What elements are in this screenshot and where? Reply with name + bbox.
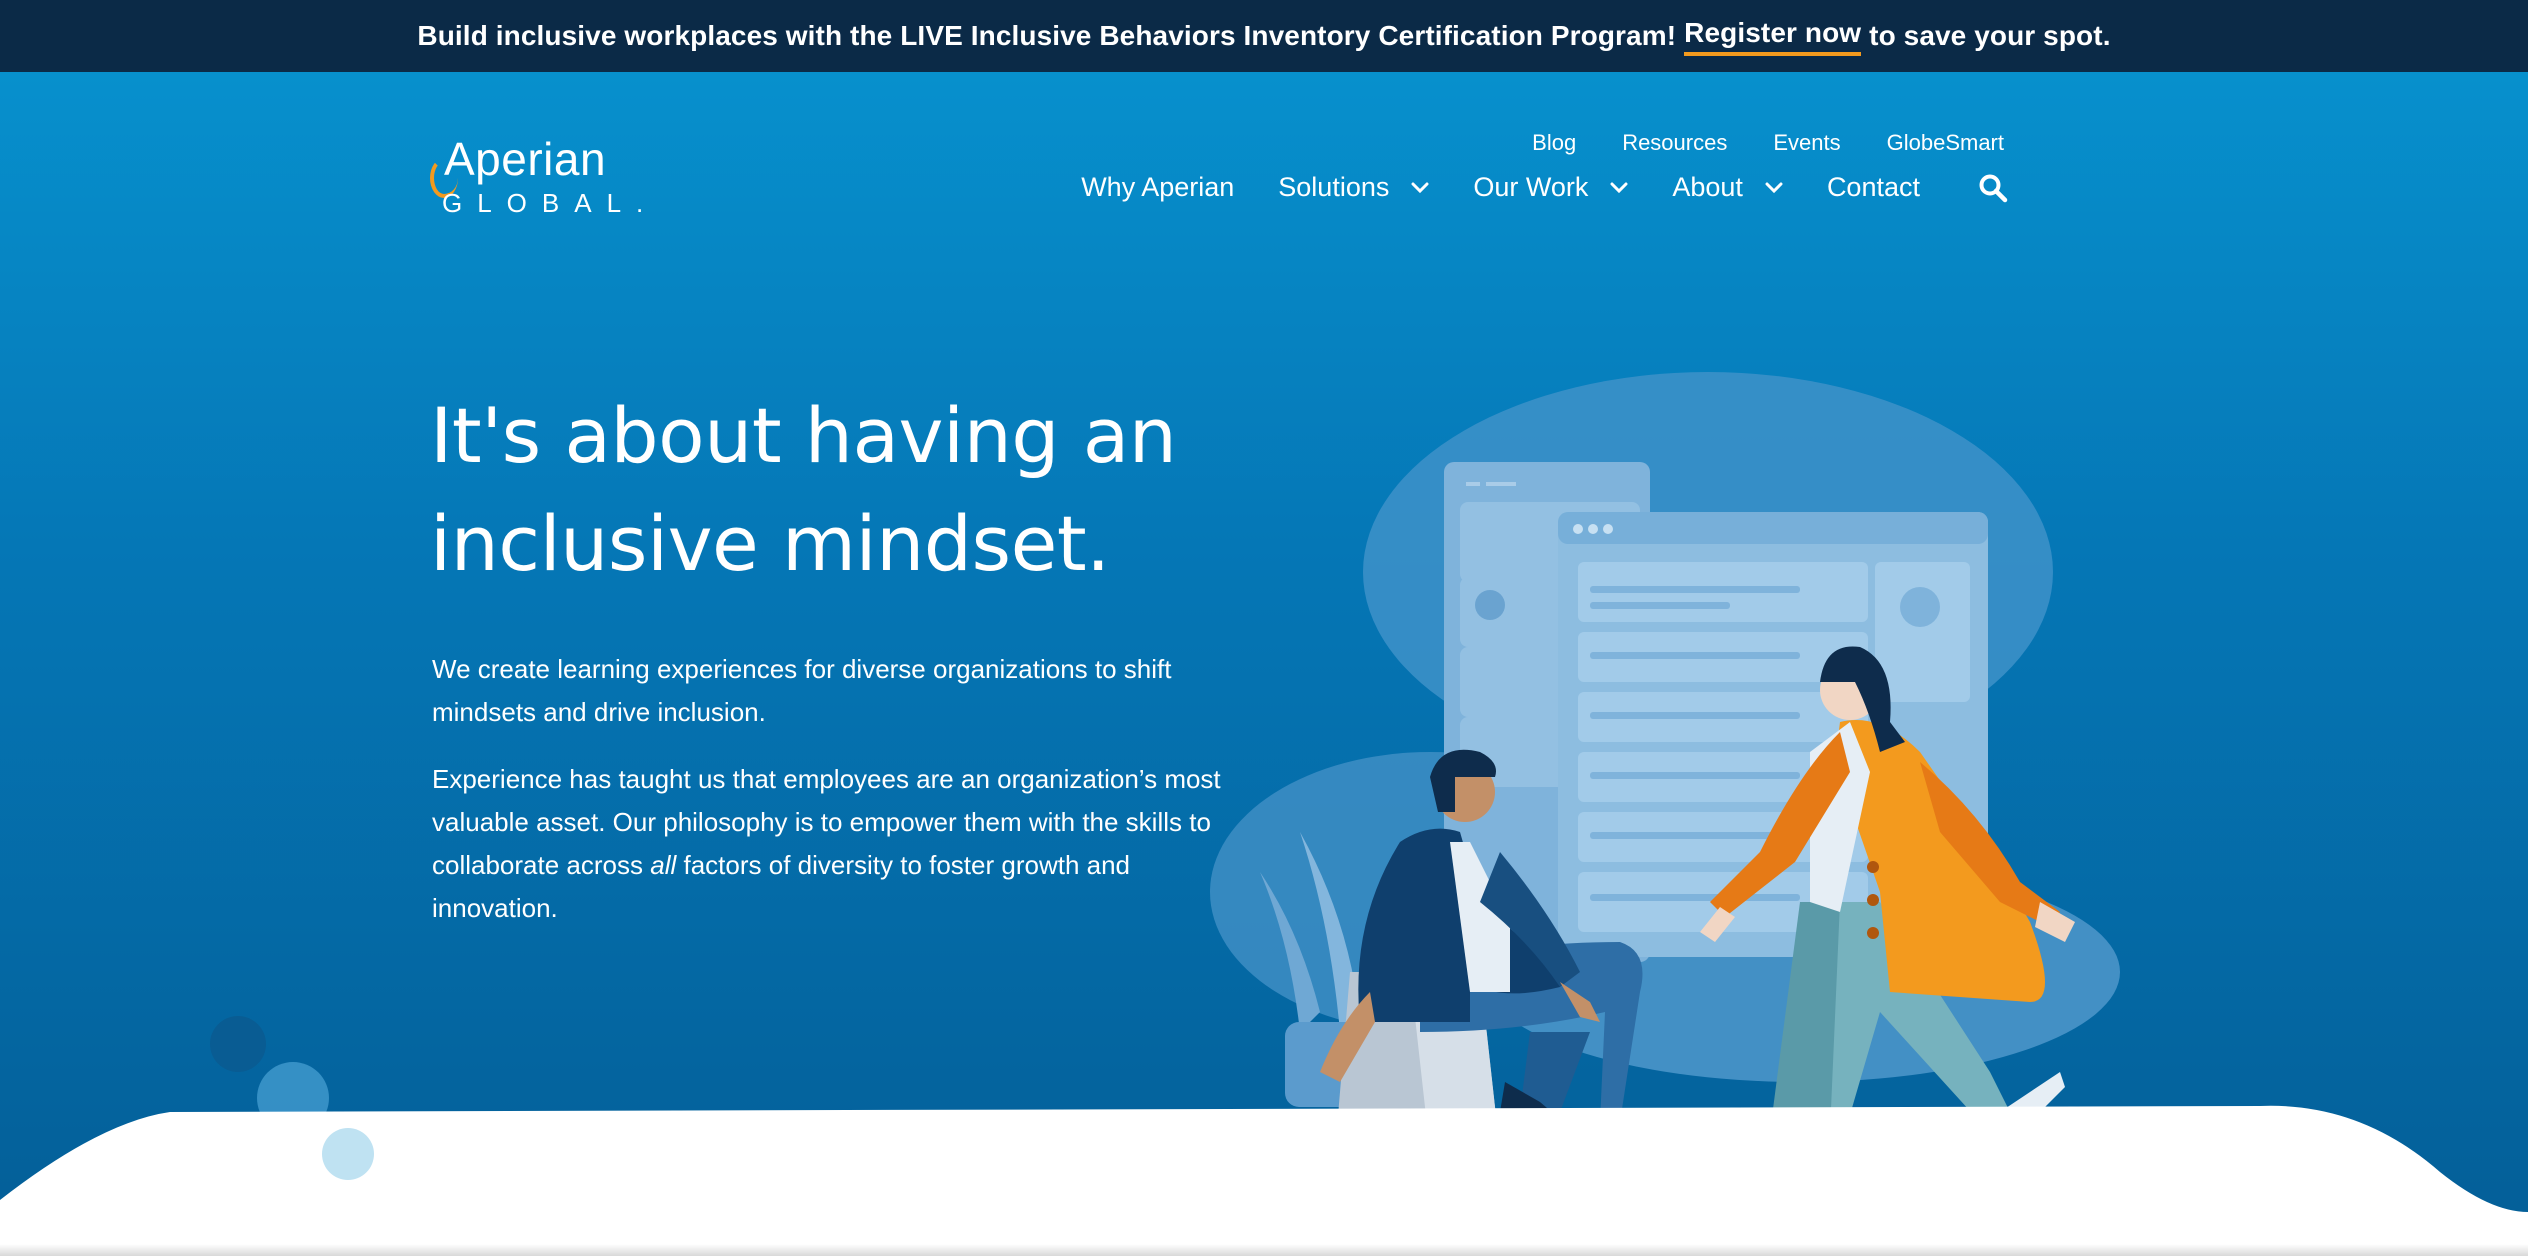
nav-why-aperian[interactable]: Why Aperian: [1081, 172, 1234, 203]
chevron-down-icon[interactable]: [1610, 179, 1628, 197]
hero-philosophy-paragraph: Experience has taught us that employees …: [432, 758, 1232, 930]
hero-headline-line1: It's about having an: [430, 391, 1177, 480]
main-nav: Why Aperian Solutions Our Work About Con…: [1081, 172, 2008, 203]
nav-resources-link[interactable]: Resources: [1622, 130, 1727, 156]
announcement-text: Build inclusive workplaces with the LIVE…: [417, 20, 1677, 51]
utility-nav: Blog Resources Events GlobeSmart: [1532, 130, 2004, 156]
logo-subtitle: GLOBAL.: [442, 188, 659, 218]
announcement-bar: Build inclusive workplaces with the LIVE…: [0, 0, 2528, 72]
page-divider: [0, 1244, 2528, 1256]
hero-illustration: [210, 372, 2120, 1164]
register-now-link[interactable]: Register now: [1684, 17, 1862, 56]
nav-solutions[interactable]: Solutions: [1278, 172, 1429, 203]
announcement-text-end: to save your spot.: [1869, 20, 2111, 51]
chevron-down-icon[interactable]: [1765, 179, 1783, 197]
chevron-down-icon[interactable]: [1411, 179, 1429, 197]
nav-blog-link[interactable]: Blog: [1532, 130, 1576, 156]
nav-about[interactable]: About: [1672, 172, 1783, 203]
nav-about-label: About: [1672, 172, 1743, 202]
nav-contact[interactable]: Contact: [1827, 172, 1920, 203]
hero-bottom-wave: [0, 1105, 2528, 1256]
logo-wordmark: Aperian: [444, 133, 607, 185]
nav-contact-label: Contact: [1826, 172, 1920, 202]
nav-events-link[interactable]: Events: [1773, 130, 1840, 156]
hero-section: Aperian GLOBAL. Blog Resources Events Gl…: [0, 72, 2528, 1256]
nav-our-work[interactable]: Our Work: [1473, 172, 1628, 203]
nav-why-aperian-label: Why Aperian: [1081, 172, 1235, 202]
hero-philosophy-emphasis: all: [650, 850, 677, 880]
hero-headline: It's about having an inclusive mindset.: [430, 382, 1330, 598]
nav-solutions-label: Solutions: [1278, 172, 1390, 202]
nav-globesmart-link[interactable]: GlobeSmart: [1887, 130, 2004, 156]
nav-our-work-label: Our Work: [1473, 172, 1589, 202]
search-icon[interactable]: [1978, 173, 2008, 203]
hero-headline-line2: inclusive mindset.: [430, 499, 1110, 588]
hero-intro-paragraph: We create learning experiences for diver…: [432, 654, 1172, 727]
aperian-global-logo[interactable]: Aperian GLOBAL.: [430, 132, 643, 222]
